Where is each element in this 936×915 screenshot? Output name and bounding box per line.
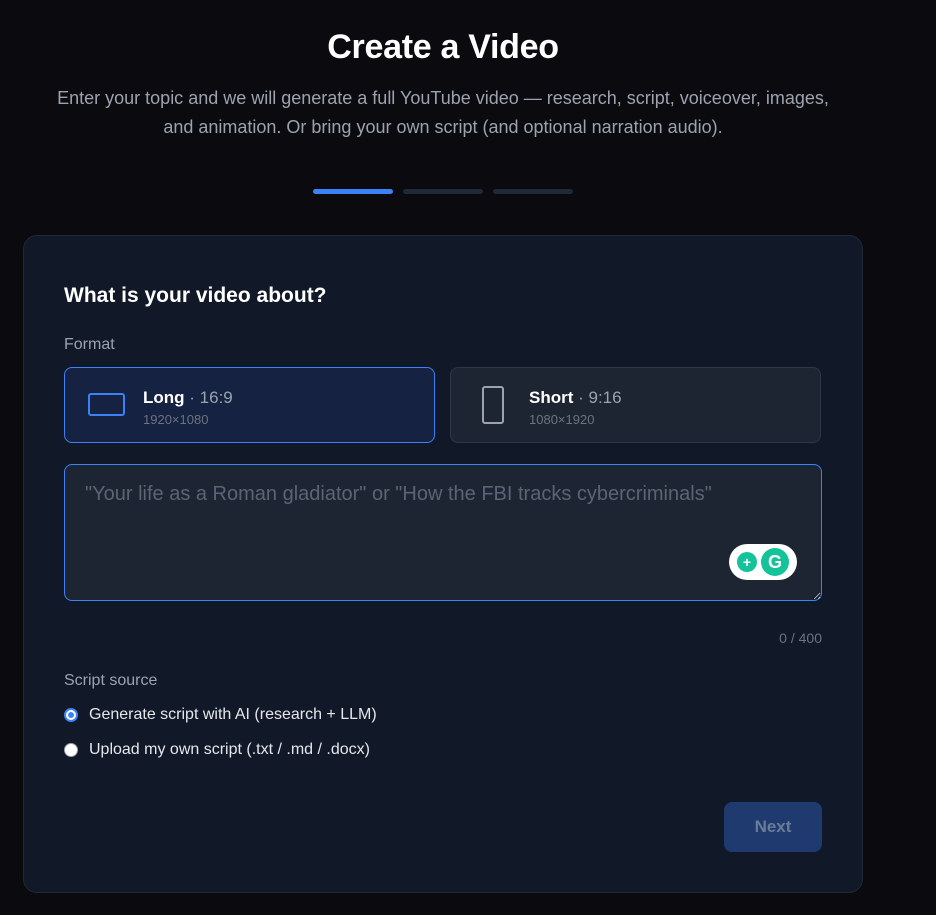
page-title: Create a Video [327,28,559,66]
format-long-dims: 1920×1080 [143,412,209,427]
format-label: Format [64,336,115,353]
format-option-long[interactable]: Long · 16:9 1920×1080 [64,367,435,443]
format-short-ratio: · 9:16 [578,388,622,407]
grammarly-widget[interactable]: + G [729,544,797,580]
character-counter: 0 / 400 [779,630,822,646]
format-long-name: Long [143,388,185,407]
format-long-title: Long · 16:9 [143,388,233,408]
grammarly-logo-icon[interactable]: G [761,548,789,576]
card-heading: What is your video about? [64,284,327,307]
script-option-ai[interactable]: Generate script with AI (research + LLM) [64,706,377,724]
step-2 [403,189,483,194]
format-short-dims: 1080×1920 [529,412,595,427]
phone-portrait-icon [482,386,504,424]
script-option-upload[interactable]: Upload my own script (.txt / .md / .docx… [64,741,370,759]
step-indicator [313,189,573,194]
format-short-name: Short [529,388,574,407]
script-option-upload-label: Upload my own script (.txt / .md / .docx… [89,741,370,758]
page-subtitle: Enter your topic and we will generate a … [57,88,829,137]
radio-upload[interactable] [64,743,78,757]
format-short-title: Short · 9:16 [529,388,622,408]
lightbulb-icon[interactable]: + [737,552,757,572]
script-source-label: Script source [64,672,158,689]
step-3 [493,189,573,194]
script-option-ai-label: Generate script with AI (research + LLM) [89,706,377,723]
landscape-screen-icon [88,393,125,416]
topic-input[interactable] [64,464,822,601]
next-button[interactable]: Next [724,802,822,852]
radio-ai[interactable] [64,708,78,722]
format-long-ratio: · 16:9 [189,388,233,407]
format-option-short[interactable]: Short · 9:16 1080×1920 [450,367,821,443]
step-1 [313,189,393,194]
create-video-card: What is your video about? Format Long · … [23,235,863,893]
page: Create a Video Enter your topic and we w… [0,0,936,915]
